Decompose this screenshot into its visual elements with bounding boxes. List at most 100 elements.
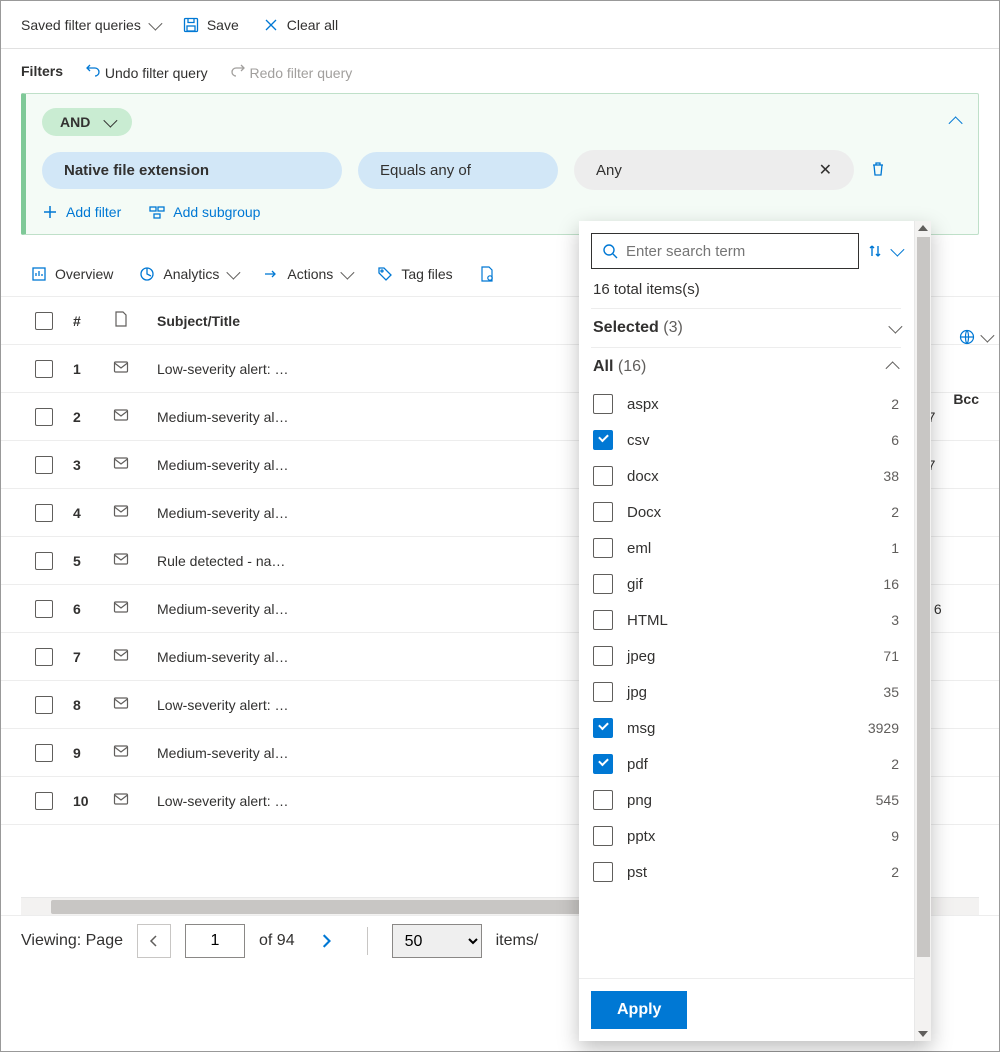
undo-icon [85,62,101,78]
item-checkbox[interactable] [593,610,613,630]
dropdown-item[interactable]: gif16 [591,566,901,602]
item-checkbox[interactable] [593,538,613,558]
tag-files-button[interactable]: Tag files [377,266,452,282]
row-checkbox[interactable] [35,456,53,474]
query-builder: AND Native file extension Equals any of … [21,93,979,235]
row-checkbox[interactable] [35,360,53,378]
row-checkbox[interactable] [35,408,53,426]
add-subgroup-button[interactable]: Add subgroup [149,204,260,220]
dropdown-search-input[interactable] [626,243,848,260]
add-filter-button[interactable]: Add filter [42,204,121,220]
dropdown-item[interactable]: jpeg71 [591,638,901,674]
dropdown-item[interactable]: csv6 [591,422,901,458]
row-checkbox[interactable] [35,696,53,714]
row-checkbox[interactable] [35,792,53,810]
dropdown-item[interactable]: msg3929 [591,710,901,746]
item-count: 9 [891,828,899,844]
scrollbar-thumb[interactable] [917,237,930,957]
trash-icon [870,161,886,177]
save-button[interactable]: Save [183,17,239,33]
row-type [103,441,147,489]
value-pill[interactable]: Any ✕ [574,150,854,190]
scroll-down-icon[interactable] [918,1031,928,1037]
filters-bar: Filters Undo filter query Redo filter qu… [1,49,999,93]
row-checkbox[interactable] [35,552,53,570]
item-checkbox[interactable] [593,466,613,486]
row-checkbox[interactable] [35,744,53,762]
dropdown-item[interactable]: pdf2 [591,746,901,782]
items-suffix: items/ [496,932,539,950]
page-input[interactable] [185,924,245,958]
delete-condition-button[interactable] [870,161,886,180]
operator-chip[interactable]: AND [42,108,132,136]
dropdown-scrollbar[interactable] [914,221,931,1041]
items-per-page-select[interactable]: 50 [392,924,482,958]
dropdown-item[interactable]: Docx2 [591,494,901,530]
item-checkbox[interactable] [593,790,613,810]
item-checkbox[interactable] [593,862,613,882]
item-checkbox[interactable] [593,394,613,414]
dropdown-search[interactable] [591,233,859,269]
item-label: eml [627,540,877,557]
doc-settings-button[interactable] [479,266,495,282]
operator-label: AND [60,114,90,130]
dropdown-item[interactable]: aspx2 [591,386,901,422]
chevron-down-icon [227,265,241,279]
actions-icon [263,266,279,282]
doc-gear-icon [479,266,495,282]
column-header-type[interactable] [103,297,147,345]
scrollbar-thumb[interactable] [51,900,591,914]
mail-icon [113,407,129,423]
column-header-num[interactable]: # [63,297,103,345]
field-pill[interactable]: Native file extension [42,152,342,189]
row-type [103,345,147,393]
scroll-up-icon[interactable] [918,225,928,231]
item-checkbox[interactable] [593,754,613,774]
overview-tab[interactable]: Overview [31,266,113,282]
select-all-checkbox[interactable] [35,312,53,330]
prev-page-button[interactable] [137,924,171,958]
actions-dropdown[interactable]: Actions [263,266,351,282]
item-checkbox[interactable] [593,574,613,594]
row-checkbox[interactable] [35,504,53,522]
dropdown-item[interactable]: pst2 [591,854,901,890]
saved-filter-queries-dropdown[interactable]: Saved filter queries [21,17,159,33]
chevron-down-icon [148,16,162,30]
dropdown-item[interactable]: docx38 [591,458,901,494]
collapse-button[interactable] [952,114,962,130]
condition-pill[interactable]: Equals any of [358,152,558,189]
search-icon [602,243,618,259]
locale-dropdown[interactable] [959,329,991,345]
item-checkbox[interactable] [593,646,613,666]
dropdown-item[interactable]: pptx9 [591,818,901,854]
clear-all-button[interactable]: Clear all [263,17,338,33]
next-page-button[interactable] [309,924,343,958]
item-checkbox[interactable] [593,826,613,846]
selected-section-header[interactable]: Selected (3) [591,308,901,347]
dropdown-item[interactable]: jpg35 [591,674,901,710]
item-count: 2 [891,756,899,772]
item-label: docx [627,468,869,485]
sort-icon[interactable] [867,243,883,259]
chevron-down-icon[interactable] [890,243,904,257]
all-label: All [593,358,613,375]
field-label: Native file extension [64,162,209,179]
item-checkbox[interactable] [593,682,613,702]
clear-value-icon[interactable]: ✕ [819,160,832,180]
row-checkbox[interactable] [35,600,53,618]
column-header-bcc[interactable]: Bcc [953,391,979,407]
dropdown-item[interactable]: HTML3 [591,602,901,638]
apply-button[interactable]: Apply [591,991,687,1029]
dropdown-item[interactable]: png545 [591,782,901,818]
undo-filter-button[interactable]: Undo filter query [85,62,208,81]
chevron-down-icon [104,114,118,128]
item-checkbox[interactable] [593,502,613,522]
all-section-header[interactable]: All (16) [591,347,901,386]
row-checkbox[interactable] [35,648,53,666]
item-checkbox[interactable] [593,430,613,450]
dropdown-item[interactable]: eml1 [591,530,901,566]
analytics-dropdown[interactable]: Analytics [139,266,237,282]
row-type [103,585,147,633]
item-checkbox[interactable] [593,718,613,738]
item-count: 35 [883,684,899,700]
